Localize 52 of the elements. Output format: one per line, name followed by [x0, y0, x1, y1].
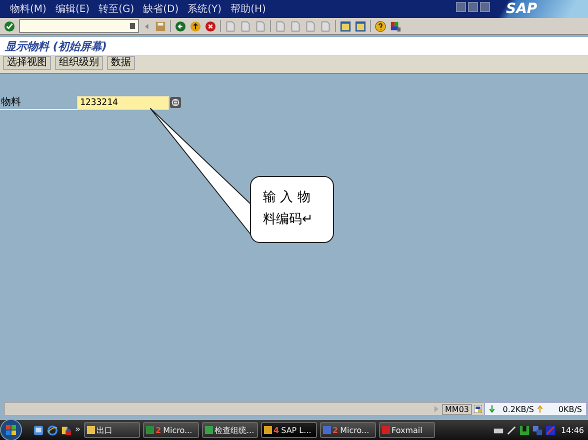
menu-item[interactable]: 帮助(H) — [230, 2, 266, 16]
taskbar-button[interactable]: Foxmail — [378, 422, 435, 438]
layout-icon[interactable] — [390, 20, 401, 32]
cancel-icon[interactable] — [205, 20, 216, 32]
page-icon[interactable] — [320, 20, 331, 32]
window-icon[interactable] — [340, 20, 351, 32]
toolbar-button[interactable]: 数据 — [107, 56, 135, 70]
tray-icons-drawing[interactable] — [518, 424, 530, 436]
taskbar-button[interactable]: 4 SAP L... — [260, 422, 317, 438]
toolbar-button[interactable]: 选择视图 — [3, 56, 51, 70]
page-icon[interactable] — [275, 20, 286, 32]
taskbar-button[interactable]: 出口 — [84, 422, 140, 438]
check-icon[interactable] — [4, 20, 15, 32]
material-input-field[interactable]: 1233214 — [77, 96, 169, 110]
pen-icon[interactable] — [506, 424, 517, 436]
browser-icon[interactable] — [47, 424, 58, 436]
save-icon[interactable] — [155, 20, 166, 32]
up-arrow-icon — [537, 405, 543, 413]
network-icon[interactable] — [532, 424, 543, 436]
transaction-code: MM03 — [442, 404, 472, 414]
upload-rate: 0KB/S — [557, 404, 582, 414]
callout-text: 输 入 物料编码↵ — [263, 190, 313, 227]
page-icon[interactable] — [255, 20, 266, 32]
menu-item[interactable]: 编辑(E) — [55, 2, 90, 16]
exit-icon[interactable] — [190, 20, 201, 32]
clock: 14:46 — [560, 426, 584, 434]
screen-title: 显示物料 (初始屏幕) — [5, 38, 107, 54]
command-field[interactable] — [19, 19, 139, 33]
download-rate: 0.2KB/S — [502, 404, 534, 414]
desktop-icon[interactable] — [33, 424, 44, 436]
server-icon — [474, 405, 482, 413]
back-icon[interactable] — [175, 20, 186, 32]
menu-item[interactable]: 缺省(D) — [143, 2, 179, 16]
menu-item[interactable]: 系统(Y) — [188, 2, 222, 16]
toolbar-button[interactable]: 组织级别 — [55, 56, 103, 70]
window-icon[interactable] — [355, 20, 366, 32]
page-icon[interactable] — [290, 20, 301, 32]
page-icon[interactable] — [305, 20, 316, 32]
taskbar-button[interactable]: 检查组统... — [202, 422, 258, 438]
page-icon[interactable] — [240, 20, 251, 32]
start-button[interactable] — [0, 419, 22, 440]
taskbar-button[interactable]: 2 Micro... — [320, 422, 376, 438]
menu-item[interactable]: 物料(M) — [10, 2, 46, 16]
overflow-chevron[interactable]: » — [75, 425, 81, 435]
help-icon[interactable] — [375, 20, 386, 32]
menu-item[interactable]: 转至(G) — [98, 2, 134, 16]
taskbar-button[interactable]: 2 Micro... — [142, 422, 199, 438]
sap-logo: SAP — [498, 0, 588, 18]
page-icon[interactable] — [225, 20, 236, 32]
down-arrow-icon — [489, 405, 495, 413]
app-icon[interactable] — [61, 424, 72, 436]
search-help-button[interactable] — [170, 97, 181, 108]
